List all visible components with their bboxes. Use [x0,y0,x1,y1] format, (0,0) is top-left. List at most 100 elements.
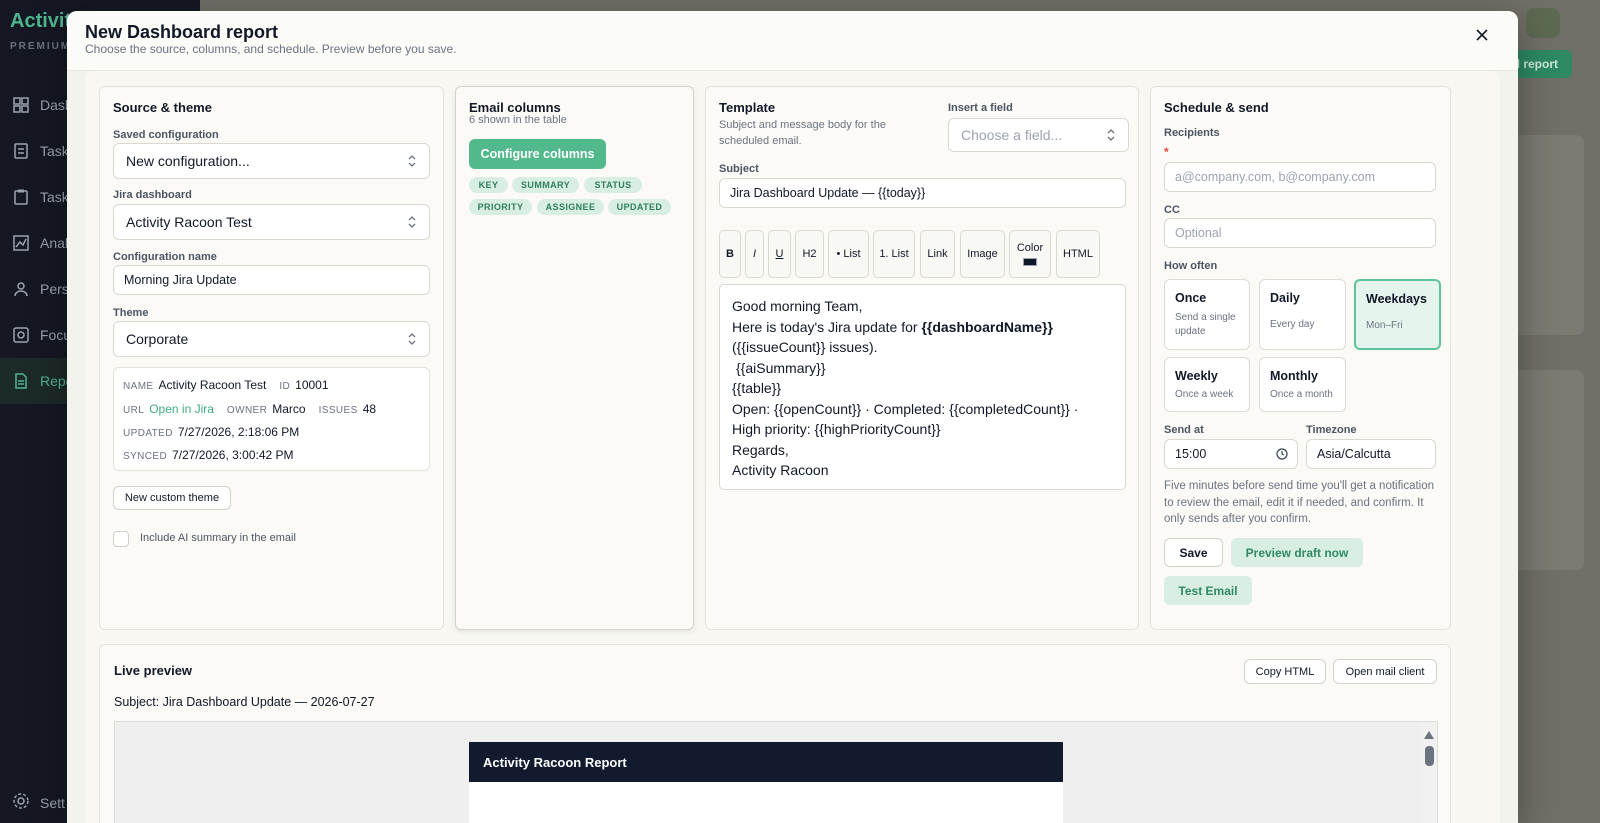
template-title: Template [719,100,776,115]
email-preview-frame[interactable]: Activity Racoon Report [114,721,1438,823]
grid-icon [12,96,30,114]
open-mail-client-button[interactable]: Open mail client [1333,659,1437,684]
email-header: Activity Racoon Report [469,742,1063,782]
test-email-button[interactable]: Test Email [1164,576,1252,605]
template-subtitle-line: scheduled email. [719,135,802,147]
image-button[interactable]: Image [960,230,1005,278]
jira-dashboard-select[interactable]: Activity Racoon Test [113,204,430,240]
ai-summary-label: Include AI summary in the email [140,532,296,544]
info-key: NAME [123,381,154,392]
body-line: Open: {{openCount}} · Completed: {{compl… [732,400,1079,417]
close-button[interactable] [1470,25,1494,49]
frequency-desc: Every day [1270,319,1315,330]
link-button[interactable]: Link [920,230,955,278]
underline-button[interactable]: U [768,230,791,278]
theme-value: Corporate [126,331,189,347]
how-often-label: How often [1164,260,1218,272]
preview-scrollbar[interactable] [1421,722,1437,823]
numbered-list-button[interactable]: 1. List [873,230,915,278]
preview-subject: Subject: Jira Dashboard Update — 2026-07… [114,695,375,709]
saved-config-value: New configuration... [126,153,250,169]
nav-label: Task [40,189,69,205]
heading-button[interactable]: H2 [795,230,824,278]
source-title: Source & theme [113,100,212,115]
info-value: 7/27/2026, 2:18:06 PM [177,425,300,439]
info-row-url: URL Open in Jira OWNER Marco ISSUES 48 [123,402,376,416]
select-caret-icon [407,332,417,346]
scroll-up-icon[interactable] [1424,726,1434,744]
frequency-monthly[interactable]: Monthly Once a month [1259,357,1346,412]
config-name-label: Configuration name [113,251,217,263]
subject-label: Subject [719,163,759,175]
frequency-daily[interactable]: Daily Every day [1259,279,1346,350]
send-at-input[interactable]: 15:00 [1164,439,1298,469]
user-icon [12,280,30,298]
column-chip: KEY [469,177,508,193]
select-caret-icon [407,215,417,229]
color-label: Color [1016,242,1044,254]
open-in-jira-link[interactable]: Open in Jira [149,402,214,416]
send-at-label: Send at [1164,424,1204,436]
html-button[interactable]: HTML [1056,230,1100,278]
body-line: {{aiSummary}} [736,359,826,376]
scroll-thumb[interactable] [1425,746,1434,766]
info-key: OWNER [226,405,268,416]
info-value: 7/27/2026, 3:00:42 PM [172,448,294,462]
save-button[interactable]: Save [1164,538,1223,567]
email-body [469,782,1063,823]
app-brand: Activit [10,10,72,32]
preview-draft-button[interactable]: Preview draft now [1231,538,1363,567]
columns-title: Email columns [469,100,561,115]
bullet-list-button[interactable]: • List [828,230,869,278]
nav-item-settings[interactable]: Sett [12,792,65,813]
frequency-desc: Once a week [1175,389,1234,400]
modal-title: New Dashboard report [85,22,279,42]
timezone-input[interactable]: Asia/Calcutta [1306,439,1436,469]
config-name-input[interactable]: Morning Jira Update [113,265,430,295]
body-line: High priority: {{highPriorityCount}} [732,421,941,437]
subject-input[interactable]: Jira Dashboard Update — {{today}} [719,178,1126,208]
ai-summary-checkbox[interactable] [113,531,129,547]
clipboard-icon [12,188,30,206]
columns-subtitle: 6 shown in the table [469,114,567,126]
info-value: 10001 [295,378,329,392]
color-swatch [1023,258,1037,266]
saved-config-select[interactable]: New configuration... [113,143,430,179]
cc-input[interactable]: Optional [1164,218,1436,248]
frequency-title: Daily [1270,291,1300,305]
background-card [1508,135,1584,335]
template-panel: Template Subject and message body for th… [705,86,1139,630]
frequency-once[interactable]: Once Send a single update [1164,279,1250,350]
theme-label: Theme [113,307,149,319]
message-body-editor[interactable]: Good morning Team, Here is today's Jira … [719,284,1126,490]
frequency-desc: Send a single update [1175,312,1236,337]
body-line: Good morning Team, [732,298,863,314]
template-subtitle-line: Subject and message body for the [719,119,886,131]
required-mark: * [1164,145,1169,159]
info-row-name: NAME Activity Racoon Test ID 10001 [123,378,329,392]
bold-button[interactable]: B [719,230,741,278]
color-button[interactable]: Color [1009,230,1051,278]
nav-label: Task [40,143,69,159]
info-value: 48 [362,402,377,416]
avatar[interactable] [1526,8,1560,38]
italic-button[interactable]: I [745,230,764,278]
live-preview-title: Live preview [114,663,193,678]
configure-columns-button[interactable]: Configure columns [469,139,606,169]
column-chip: PRIORITY [469,199,532,215]
insert-field-select[interactable]: Choose a field... [948,118,1129,152]
theme-select[interactable]: Corporate [113,321,430,357]
focus-icon [12,326,30,344]
body-placeholder-bold: {{dashboardName}} [921,318,1053,335]
frequency-weekly[interactable]: Weekly Once a week [1164,357,1250,412]
schedule-panel: Schedule & send Recipients * a@company.c… [1150,86,1451,630]
clock-icon[interactable] [1276,448,1288,463]
frequency-desc: Once a month [1270,389,1333,400]
info-key: ID [279,381,291,392]
recipients-input[interactable]: a@company.com, b@company.com [1164,162,1436,192]
column-chip: ASSIGNEE [537,199,604,215]
column-chip: SUMMARY [512,177,579,193]
copy-html-button[interactable]: Copy HTML [1244,659,1326,684]
new-custom-theme-button[interactable]: New custom theme [113,486,231,510]
frequency-weekdays[interactable]: Weekdays Mon–Fri [1354,279,1441,350]
